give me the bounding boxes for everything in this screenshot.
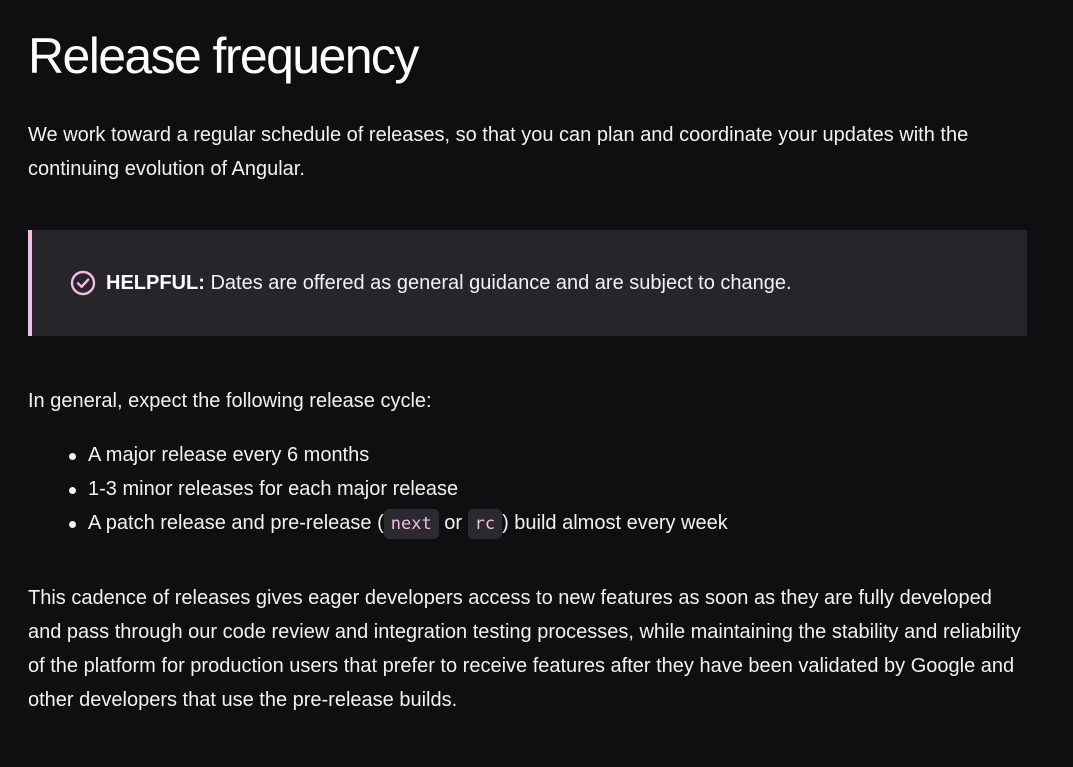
patch-text-middle: or: [438, 512, 468, 534]
helpful-callout: HELPFUL: Dates are offered as general gu…: [28, 230, 1027, 336]
callout-text: HELPFUL: Dates are offered as general gu…: [106, 269, 792, 297]
intro-paragraph: We work toward a regular schedule of rel…: [28, 124, 969, 180]
list-item: A major release every 6 months: [69, 438, 1027, 472]
release-cycle-list: A major release every 6 months 1-3 minor…: [28, 438, 1027, 541]
cadence-paragraph: This cadence of releases gives eager dev…: [28, 587, 1021, 711]
patch-text-after: ) build almost every week: [502, 512, 728, 534]
rc-code-tag: rc: [467, 509, 503, 539]
page-title: Release frequency: [28, 28, 419, 84]
docs-page: Release frequency We work toward a regul…: [0, 0, 1073, 767]
patch-text-before: A patch release and pre-release (: [88, 512, 384, 534]
list-item: A patch release and pre-release (next or…: [69, 506, 1027, 541]
callout-label: HELPFUL:: [106, 272, 205, 294]
next-code-tag: next: [383, 509, 439, 539]
callout-message: Dates are offered as general guidance an…: [204, 272, 792, 294]
list-item: 1-3 minor releases for each major releas…: [69, 472, 1027, 506]
check-circle-icon: [70, 270, 96, 296]
release-cycle-lead: In general, expect the following release…: [28, 390, 432, 412]
